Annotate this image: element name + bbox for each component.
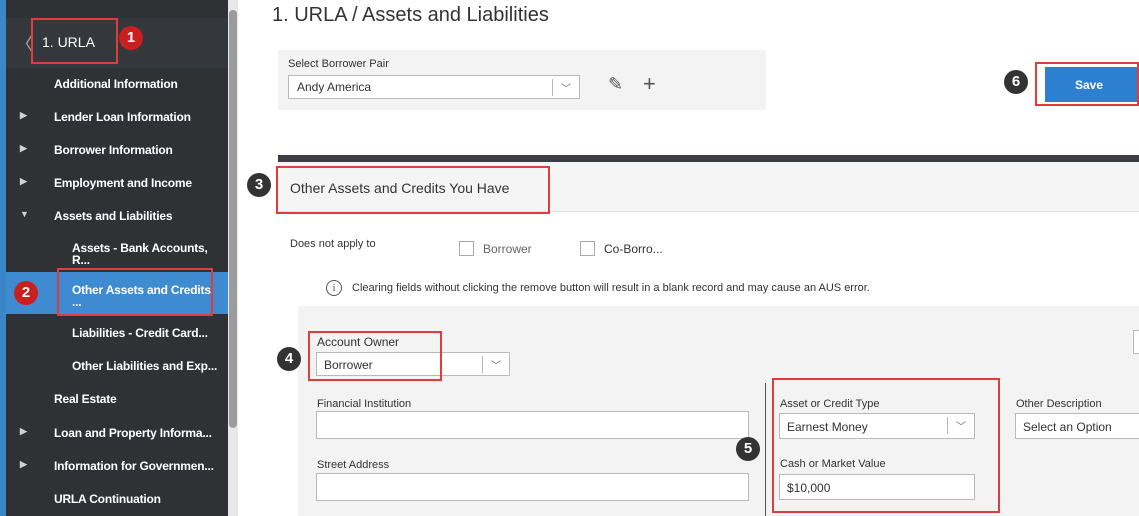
financial-institution-label: Financial Institution	[317, 398, 412, 410]
sidebar-item-label: Additional Information	[54, 77, 178, 91]
borrower-pair-select[interactable]: Andy America ﹀	[288, 75, 580, 99]
street-address-label: Street Address	[317, 459, 390, 471]
sidebar-item-urla-continuation[interactable]: URLA Continuation	[6, 482, 228, 515]
column-divider	[765, 383, 766, 516]
annotation-box-4	[308, 331, 442, 381]
offscreen-control[interactable]	[1133, 330, 1139, 354]
sidebar-item-liabilities-credit-card[interactable]: Liabilities - Credit Card...	[6, 316, 228, 349]
borrower-checkbox-label: Borrower	[483, 242, 532, 256]
annotation-badge-1: 1	[119, 26, 143, 50]
borrower-pair-label: Select Borrower Pair	[288, 58, 389, 70]
sidebar-item-label: Other Liabilities and Exp...	[72, 359, 218, 373]
other-description-value: Select an Option	[1023, 420, 1112, 434]
does-not-apply-label: Does not apply to	[290, 238, 376, 250]
annotation-badge-5: 5	[736, 437, 760, 461]
section-top-band	[278, 155, 1139, 162]
annotation-badge-4: 4	[277, 347, 301, 371]
sidebar-item-label: Lender Loan Information	[54, 110, 191, 124]
other-description-label: Other Description	[1016, 398, 1102, 410]
sidebar-item-label: Employment and Income	[54, 176, 192, 190]
sidebar-item-label: URLA Continuation	[54, 492, 161, 506]
annotation-box-3	[276, 166, 550, 214]
chevron-down-icon: ﹀	[491, 361, 501, 372]
sidebar-item-lender-loan-information[interactable]: ▶ Lender Loan Information	[6, 100, 228, 133]
sidebar-item-additional-information[interactable]: Additional Information	[6, 67, 228, 100]
pencil-icon[interactable]: ✎	[608, 74, 623, 95]
expand-caret-icon: ▶	[20, 110, 27, 120]
sidebar-item-label: Loan and Property Informa...	[54, 426, 212, 440]
expand-caret-icon: ▶	[20, 176, 27, 186]
street-address-input[interactable]	[316, 473, 749, 501]
annotation-badge-2: 2	[14, 281, 38, 305]
coborrower-checkbox-label: Co-Borro...	[604, 242, 663, 256]
sidebar-item-loan-and-property[interactable]: ▶ Loan and Property Informa...	[6, 416, 228, 449]
select-divider	[552, 79, 553, 96]
annotation-badge-6: 6	[1004, 70, 1028, 94]
plus-icon[interactable]: +	[643, 71, 656, 97]
annotation-badge-3: 3	[247, 173, 271, 197]
sidebar-item-assets-and-liabilities[interactable]: ▼ Assets and Liabilities	[6, 199, 228, 232]
annotation-box-1	[31, 18, 118, 64]
sidebar-item-label: Liabilities - Credit Card...	[72, 326, 208, 340]
sidebar-item-other-liabilities[interactable]: Other Liabilities and Exp...	[6, 349, 228, 382]
borrower-pair-value: Andy America	[297, 80, 372, 94]
sidebar-item-borrower-information[interactable]: ▶ Borrower Information	[6, 133, 228, 166]
sidebar-item-label: Real Estate	[54, 392, 117, 406]
sidebar-item-label: Assets - Bank Accounts,	[72, 241, 208, 255]
other-description-select[interactable]: Select an Option	[1015, 413, 1139, 439]
expand-caret-icon: ▶	[20, 459, 27, 469]
expand-caret-icon: ▶	[20, 426, 27, 436]
borrower-checkbox[interactable]	[459, 241, 474, 256]
select-divider	[482, 356, 483, 373]
sidebar-item-employment-and-income[interactable]: ▶ Employment and Income	[6, 166, 228, 199]
annotation-box-2	[57, 268, 213, 316]
sidebar-item-assets-bank-accounts[interactable]: Assets - Bank Accounts, R...	[6, 234, 228, 272]
coborrower-checkbox[interactable]	[580, 241, 595, 256]
annotation-box-6	[1035, 62, 1139, 106]
financial-institution-input[interactable]	[316, 411, 749, 439]
sidebar-scrollbar-thumb[interactable]	[229, 10, 237, 428]
chevron-down-icon: ﹀	[561, 84, 571, 95]
info-icon: i	[326, 280, 342, 296]
sidebar-item-real-estate[interactable]: Real Estate	[6, 382, 228, 415]
expand-caret-icon: ▶	[20, 143, 27, 153]
sidebar-item-label: Assets and Liabilities	[54, 209, 173, 223]
page-title: 1. URLA / Assets and Liabilities	[272, 4, 549, 26]
sidebar-item-information-for-government[interactable]: ▶ Information for Governmen...	[6, 449, 228, 482]
sidebar-item-label: Borrower Information	[54, 143, 173, 157]
sidebar-item-label: Information for Governmen...	[54, 459, 214, 473]
collapse-caret-icon: ▼	[20, 209, 29, 219]
annotation-box-5	[772, 378, 1000, 513]
warning-message: Clearing fields without clicking the rem…	[352, 282, 870, 294]
sidebar-item-label-cont: R...	[72, 253, 90, 267]
